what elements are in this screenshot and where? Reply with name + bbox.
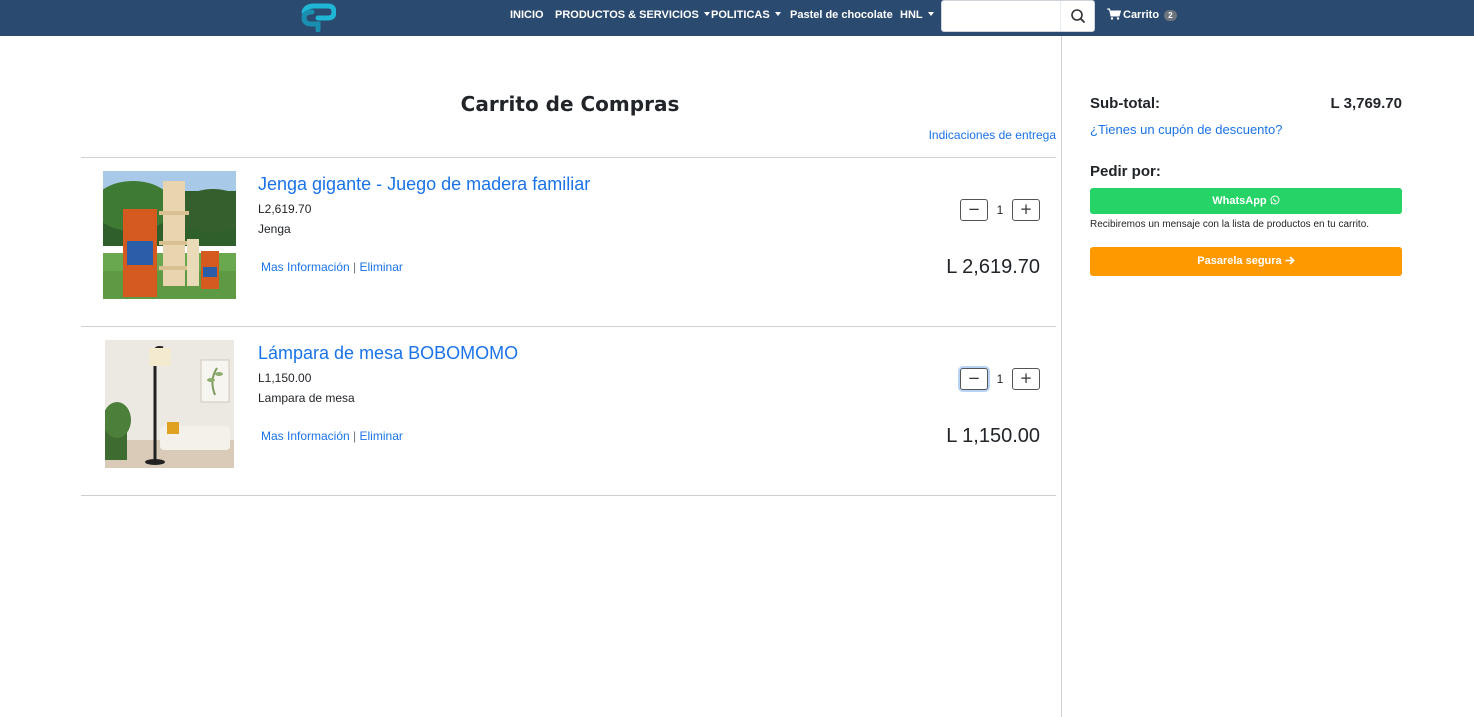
divider	[81, 157, 1056, 158]
order-by-label: Pedir por:	[1090, 163, 1161, 180]
sidebar-divider	[1061, 36, 1062, 717]
nav-item-pastel-de-chocolate[interactable]: Pastel de chocolate	[790, 0, 893, 32]
link-separator: |	[353, 429, 357, 443]
item-actions: Mas Información | Eliminar	[261, 260, 403, 274]
top-navbar: INICIO PRODUCTOS & SERVICIOS POLITICAS P…	[0, 0, 1474, 36]
more-info-link[interactable]: Mas Información	[261, 429, 350, 443]
minus-icon: −	[967, 200, 981, 218]
search-icon	[1071, 9, 1085, 23]
cart-icon	[1107, 8, 1122, 20]
jenga-product-image[interactable]	[103, 171, 236, 299]
product-description: Lampara de mesa	[258, 391, 355, 405]
nav-item-politicas[interactable]: POLITICAS	[711, 0, 781, 32]
divider	[81, 495, 1056, 496]
nav-item-inicio[interactable]: INICIO	[510, 0, 544, 32]
plus-icon: +	[1019, 200, 1033, 218]
secure-gateway-button[interactable]: Pasarela segura	[1090, 247, 1402, 276]
link-separator: |	[353, 260, 357, 274]
remove-link[interactable]: Eliminar	[360, 429, 403, 443]
decrease-quantity-button[interactable]: −	[960, 199, 988, 221]
nav-item-productos-servicios[interactable]: PRODUCTOS & SERVICIOS	[555, 0, 710, 32]
item-actions: Mas Información | Eliminar	[261, 429, 403, 443]
subtotal-label: Sub-total:	[1090, 95, 1160, 112]
item-total: L 2,619.70	[946, 256, 1040, 278]
quantity-value: 1	[996, 372, 1004, 386]
coupon-link[interactable]: ¿Tienes un cupón de descuento?	[1090, 122, 1283, 137]
whatsapp-icon	[1270, 195, 1280, 205]
page-title: Carrito de Compras	[460, 92, 680, 116]
increase-quantity-button[interactable]: +	[1012, 368, 1040, 390]
more-info-link[interactable]: Mas Información	[261, 260, 350, 274]
decrease-quantity-button[interactable]: −	[960, 368, 988, 390]
cart-label: Carrito	[1123, 9, 1160, 21]
chevron-down-icon	[703, 12, 710, 16]
increase-quantity-button[interactable]: +	[1012, 199, 1040, 221]
minus-icon: −	[967, 369, 981, 387]
cart-link[interactable]: Carrito 2	[1107, 0, 1177, 32]
arrow-right-icon	[1285, 256, 1295, 265]
cart-count-badge: 2	[1164, 10, 1177, 21]
sp-logo[interactable]	[298, 2, 337, 33]
currency-selector[interactable]: HNL	[900, 0, 934, 32]
product-title-link[interactable]: Jenga gigante - Juego de madera familiar	[258, 174, 590, 195]
whatsapp-button-label: WhatsApp	[1212, 195, 1267, 207]
whatsapp-order-button[interactable]: WhatsApp	[1090, 188, 1402, 214]
delivery-instructions-link[interactable]: Indicaciones de entrega	[929, 128, 1056, 142]
search-input[interactable]	[942, 1, 1060, 31]
unit-price: L2,619.70	[258, 202, 312, 216]
product-title-link[interactable]: Lámpara de mesa BOBOMOMO	[258, 343, 518, 364]
search-button[interactable]	[1060, 1, 1094, 31]
unit-price: L1,150.00	[258, 371, 312, 385]
whatsapp-note: Recibiremos un mensaje con la lista de p…	[1090, 219, 1370, 230]
quantity-value: 1	[996, 203, 1004, 217]
remove-link[interactable]: Eliminar	[360, 260, 403, 274]
subtotal-value: L 3,769.70	[1330, 95, 1402, 112]
divider	[81, 326, 1056, 327]
product-description: Jenga	[258, 222, 291, 236]
search-box	[941, 0, 1095, 32]
item-total: L 1,150.00	[946, 425, 1040, 447]
lamp-product-image[interactable]	[105, 340, 234, 468]
chevron-down-icon	[774, 12, 781, 16]
plus-icon: +	[1019, 369, 1033, 387]
gateway-button-label: Pasarela segura	[1197, 255, 1282, 267]
chevron-down-icon	[927, 12, 934, 16]
